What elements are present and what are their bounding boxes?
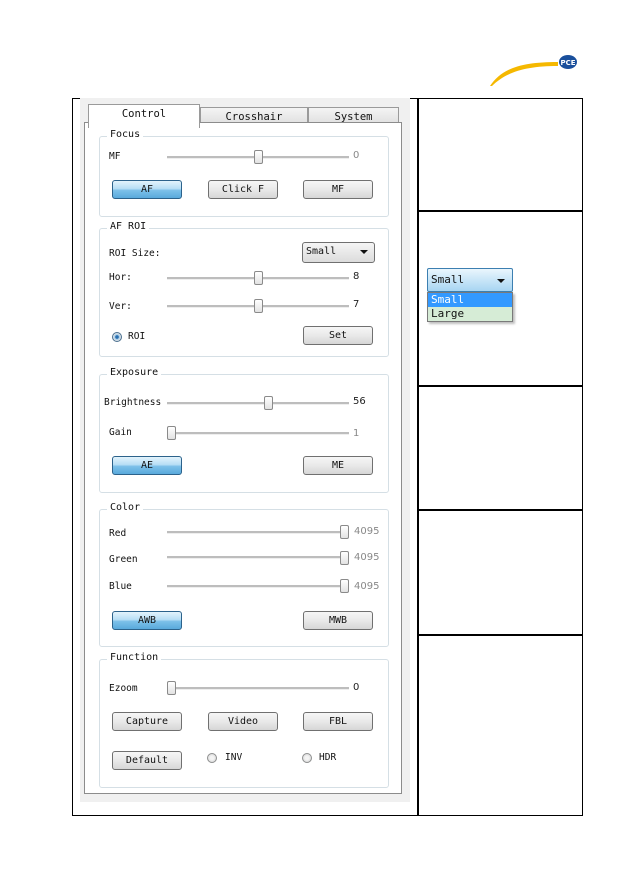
hor-slider-value: 8 [353,271,360,282]
red-slider-label: Red [109,528,127,539]
af-button[interactable]: AF [112,180,182,199]
brightness-slider-track[interactable] [167,402,349,405]
color-title: Color [107,502,144,513]
video-button[interactable]: Video [208,712,278,731]
hor-slider-label: Hor: [109,272,132,283]
dropdown-option-large[interactable]: Large [428,307,512,321]
dropdown-box[interactable]: Small [427,268,513,292]
ver-slider-thumb[interactable] [253,299,263,313]
dropdown-option-small[interactable]: Small [428,293,512,307]
blue-slider-value: 4095 [354,581,380,592]
focus-title: Focus [107,129,144,140]
function-title: Function [107,652,162,663]
gain-slider-thumb[interactable] [167,426,176,440]
inv-radio-label: INV [225,752,243,763]
focus-group: Focus [99,129,389,217]
brightness-slider-label: Brightness [104,397,162,408]
red-slider-thumb[interactable] [340,525,349,539]
hdr-radio-label: HDR [319,752,337,763]
green-slider-label: Green [109,554,138,565]
green-slider-value: 4095 [354,552,380,563]
green-slider-track[interactable] [167,556,349,559]
brightness-slider-thumb[interactable] [263,396,273,410]
capture-button[interactable]: Capture [112,712,182,731]
roi-radio-label: ROI [128,331,146,342]
gain-slider-track[interactable] [167,432,349,435]
pce-logo: PCE [490,55,577,86]
ae-button[interactable]: AE [112,456,182,475]
blue-slider-thumb[interactable] [340,579,349,593]
row-divider [417,634,583,636]
mf-slider-thumb[interactable] [253,150,263,164]
roi-size-value: Small [306,246,337,257]
roi-size-select[interactable]: Small [302,242,375,263]
exposure-title: Exposure [107,367,162,378]
blue-slider-track[interactable] [167,585,349,588]
gain-slider-label: Gain [109,427,132,438]
row-divider [417,385,583,387]
ezoom-slider-value: 0 [353,682,360,693]
ezoom-slider-track[interactable] [167,687,349,690]
fbl-button[interactable]: FBL [303,712,373,731]
brightness-slider-value: 56 [353,396,366,407]
hdr-radio[interactable] [302,753,312,763]
red-slider-value: 4095 [354,526,380,537]
row-divider [417,509,583,511]
inv-radio[interactable] [207,753,217,763]
awb-button[interactable]: AWB [112,611,182,630]
roi-radio[interactable] [112,332,122,342]
blue-slider-label: Blue [109,581,132,592]
dropdown-options-list: Small Large [427,292,513,322]
ver-slider-label: Ver: [109,301,132,312]
me-button[interactable]: ME [303,456,373,475]
table-right-cell [417,98,583,816]
default-button[interactable]: Default [112,751,182,770]
set-button[interactable]: Set [303,326,373,345]
roi-size-dropdown-illustration: Small Small Large [427,268,513,322]
mf-slider-value: 0 [353,150,360,161]
ezoom-slider-label: Ezoom [109,683,138,694]
af-roi-title: AF ROI [107,221,150,232]
gain-slider-value: 1 [353,428,360,439]
ver-slider-value: 7 [353,299,360,310]
mf-slider-label: MF [109,151,121,162]
row-divider [417,210,583,212]
red-slider-track[interactable] [167,531,349,534]
logo-text: PCE [560,59,575,67]
chevron-down-icon [360,250,368,254]
ezoom-slider-thumb[interactable] [167,681,176,695]
chevron-down-icon [497,279,505,283]
roi-size-label: ROI Size: [109,248,161,259]
logo-swoosh [490,62,558,86]
tab-control[interactable]: Control [88,104,200,128]
green-slider-thumb[interactable] [340,551,349,565]
hor-slider-thumb[interactable] [253,271,263,285]
click-focus-button[interactable]: Click F [208,180,278,199]
mf-button[interactable]: MF [303,180,373,199]
mwb-button[interactable]: MWB [303,611,373,630]
dropdown-selected-value: Small [431,273,465,286]
